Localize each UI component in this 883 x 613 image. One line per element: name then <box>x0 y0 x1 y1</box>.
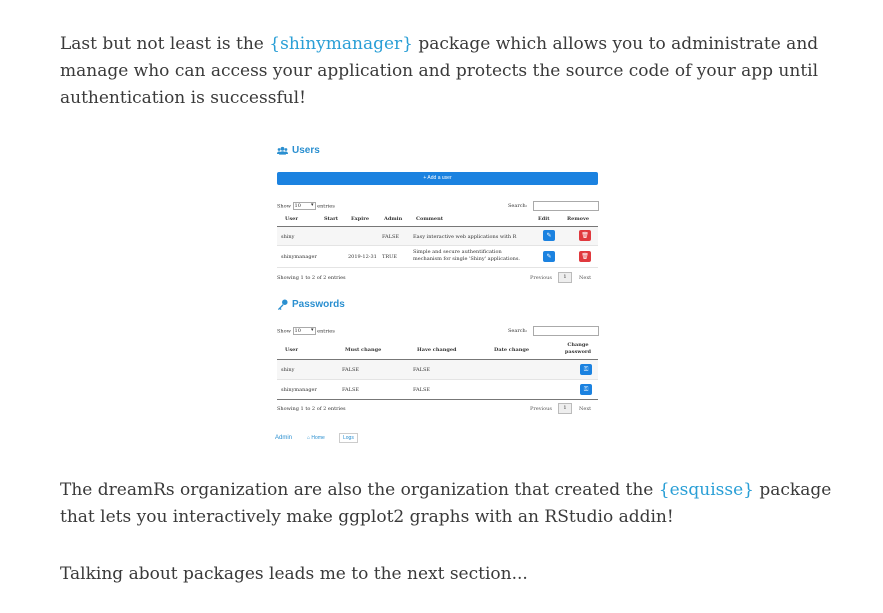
cell-must-change: FALSE <box>342 387 360 393</box>
table-row: shinymanager 2019-12-31 TRUE Simple and … <box>277 246 598 268</box>
col-comment[interactable]: Comment <box>416 216 443 222</box>
passwords-title: Passwords <box>277 299 345 310</box>
cell-comment: Easy interactive web applications with R <box>413 234 517 240</box>
home-icon: ⌂ <box>307 435 311 441</box>
users-length-control: Show 10 entries <box>277 202 335 210</box>
cell-user: shiny <box>281 234 295 240</box>
col-have-changed[interactable]: Have changed <box>417 347 457 353</box>
users-icon <box>277 146 288 155</box>
users-next-button[interactable]: Next <box>579 275 591 281</box>
col-admin[interactable]: Admin <box>384 216 402 222</box>
home-link[interactable]: ⌂ Home <box>307 435 325 441</box>
passwords-title-text: Passwords <box>292 299 345 310</box>
intro-paragraph: Last but not least is the {shinymanager}… <box>60 31 840 112</box>
col-date-change[interactable]: Date change <box>494 347 529 353</box>
esquisse-link[interactable]: {esquisse} <box>659 480 754 500</box>
home-label: Home <box>311 435 325 441</box>
users-search-label: Search: <box>508 203 528 209</box>
cell-must-change: FALSE <box>342 367 360 373</box>
users-prev-button[interactable]: Previous <box>530 275 552 281</box>
passwords-length-control: Show 10 entries <box>277 327 335 335</box>
col-expire[interactable]: Expire <box>351 216 369 222</box>
cell-expire: 2019-12-31 <box>348 254 377 260</box>
col-user[interactable]: User <box>285 216 298 222</box>
col-user[interactable]: User <box>285 347 298 353</box>
esquisse-paragraph: The dreamRs organization are also the or… <box>60 477 840 531</box>
key-icon[interactable]: ⚿ <box>580 364 592 375</box>
users-page-1-button[interactable]: 1 <box>558 272 572 283</box>
users-title: Users <box>277 145 320 156</box>
passwords-next-button[interactable]: Next <box>579 406 591 412</box>
paragraph-text: Last but not least is the <box>60 34 270 54</box>
key-icon[interactable]: ⚿ <box>580 384 592 395</box>
passwords-page-length-select[interactable]: 10 <box>292 327 316 335</box>
logs-tab[interactable]: Logs <box>339 433 358 443</box>
shinymanager-screenshot: Users + Add a user Show 10 entries Searc… <box>272 138 604 450</box>
passwords-search-input[interactable] <box>533 326 599 336</box>
passwords-page-1-button[interactable]: 1 <box>558 403 572 414</box>
passwords-table-header: User Must change Have changed Date chang… <box>277 340 598 360</box>
cell-admin: TRUE <box>382 254 397 260</box>
key-icon <box>277 299 288 310</box>
paragraph-text: The dreamRs organization are also the or… <box>60 480 659 500</box>
cell-have-changed: FALSE <box>413 387 431 393</box>
users-search-input[interactable] <box>533 201 599 211</box>
show-label: Show <box>277 328 291 335</box>
admin-link[interactable]: Admin <box>275 435 292 441</box>
entries-label: entries <box>317 203 335 210</box>
col-edit[interactable]: Edit <box>538 216 550 222</box>
add-user-button[interactable]: + Add a user <box>277 172 598 185</box>
edit-icon[interactable]: ✎ <box>543 251 555 262</box>
trash-icon[interactable]: 🗑 <box>579 230 591 241</box>
show-label: Show <box>277 203 291 210</box>
col-must-change[interactable]: Must change <box>345 347 381 353</box>
users-table-info: Showing 1 to 2 of 2 entries <box>277 275 346 281</box>
table-row: shiny FALSE FALSE ⚿ <box>277 360 598 380</box>
passwords-prev-button[interactable]: Previous <box>530 406 552 412</box>
cell-admin: FALSE <box>382 234 400 240</box>
passwords-search-label: Search: <box>508 328 528 334</box>
col-start[interactable]: Start <box>324 216 338 222</box>
users-title-text: Users <box>292 145 320 156</box>
col-remove[interactable]: Remove <box>567 216 589 222</box>
shinymanager-link[interactable]: {shinymanager} <box>269 34 413 54</box>
entries-label: entries <box>317 328 335 335</box>
table-row: shinymanager FALSE FALSE ⚿ <box>277 380 598 400</box>
transition-paragraph: Talking about packages leads me to the n… <box>60 564 528 584</box>
cell-have-changed: FALSE <box>413 367 431 373</box>
col-change-password[interactable]: Change password <box>562 342 594 356</box>
edit-icon[interactable]: ✎ <box>543 230 555 241</box>
cell-user: shinymanager <box>281 387 317 393</box>
passwords-table-info: Showing 1 to 2 of 2 entries <box>277 406 346 412</box>
cell-user: shiny <box>281 367 295 373</box>
cell-user: shinymanager <box>281 254 317 260</box>
users-table-header: User Start Expire Admin Comment Edit Rem… <box>277 214 598 227</box>
cell-comment: Simple and secure authentification mecha… <box>413 249 520 262</box>
trash-icon[interactable]: 🗑 <box>579 251 591 262</box>
table-row: shiny FALSE Easy interactive web applica… <box>277 227 598 246</box>
users-page-length-select[interactable]: 10 <box>292 202 316 210</box>
